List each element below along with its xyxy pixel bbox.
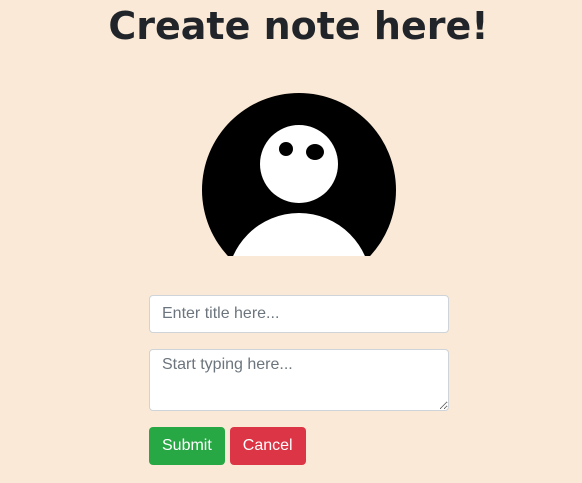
avatar-left-eye (279, 142, 293, 156)
page-title: Create note here! (108, 4, 489, 48)
note-body-textarea[interactable] (149, 349, 449, 411)
user-avatar-icon (202, 93, 396, 256)
form-actions: Submit Cancel (149, 427, 449, 465)
note-title-input[interactable] (149, 295, 449, 333)
submit-button[interactable]: Submit (149, 427, 225, 465)
avatar-head (260, 125, 338, 203)
note-form: Submit Cancel (149, 295, 449, 465)
avatar-right-eye (306, 144, 324, 160)
note-editor-page: Create note here! Submit Cancel (0, 0, 582, 483)
cancel-button[interactable]: Cancel (229, 427, 306, 465)
